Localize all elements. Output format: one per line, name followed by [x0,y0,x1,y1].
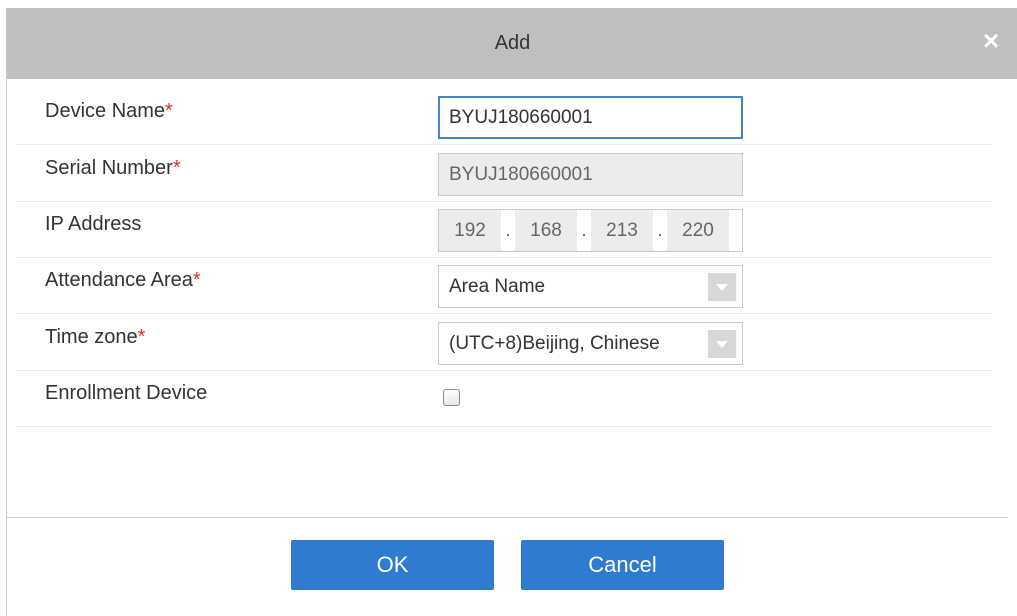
time-zone-row: Time zone* (UTC+8)Beijing, Chinese [17,314,992,371]
chevron-down-icon[interactable] [708,273,736,301]
ip-address-label: IP Address [45,213,142,235]
device-name-input[interactable]: BYUJ180660001 [438,96,743,139]
ip-separator: . [577,210,591,251]
ip-separator: . [653,210,667,251]
ip-address-row: IP Address 192 . 168 . 213 . 220 [17,201,992,258]
time-zone-value: (UTC+8)Beijing, Chinese [449,333,660,354]
ip-octet-4: 220 [667,210,729,251]
attendance-area-row: Attendance Area* Area Name [17,257,992,314]
ip-octet-3: 213 [591,210,653,251]
chevron-down-icon[interactable] [708,330,736,358]
ok-button[interactable]: OK [291,540,494,590]
ip-separator: . [501,210,515,251]
serial-number-label: Serial Number* [45,157,181,179]
required-mark: * [165,100,173,122]
device-name-label: Device Name* [45,100,173,122]
footer-divider [7,517,1008,518]
attendance-area-label: Attendance Area* [45,269,201,291]
serial-number-row: Serial Number* BYUJ180660001 [17,145,992,202]
enrollment-device-label: Enrollment Device [45,382,208,404]
required-mark: * [137,326,146,348]
time-zone-label: Time zone* [45,326,146,348]
required-mark: * [192,269,201,291]
time-zone-select[interactable]: (UTC+8)Beijing, Chinese [438,322,743,365]
serial-number-input: BYUJ180660001 [438,153,743,196]
enrollment-device-row: Enrollment Device [17,370,992,427]
close-icon[interactable]: × [978,27,1004,55]
attendance-area-value: Area Name [449,276,546,297]
dialog-titlebar: Add × [7,8,1017,79]
ip-address-input: 192 . 168 . 213 . 220 [438,209,743,252]
attendance-area-select[interactable]: Area Name [438,265,743,308]
cancel-button[interactable]: Cancel [521,540,724,590]
add-device-dialog: Add × Device Name* BYUJ180660001 Serial … [6,8,1017,616]
dialog-title: Add [494,32,531,54]
required-mark: * [172,157,181,179]
ip-octet-1: 192 [439,210,501,251]
device-name-row: Device Name* BYUJ180660001 [17,88,992,145]
ip-octet-2: 168 [515,210,577,251]
enrollment-device-checkbox[interactable] [443,389,460,406]
